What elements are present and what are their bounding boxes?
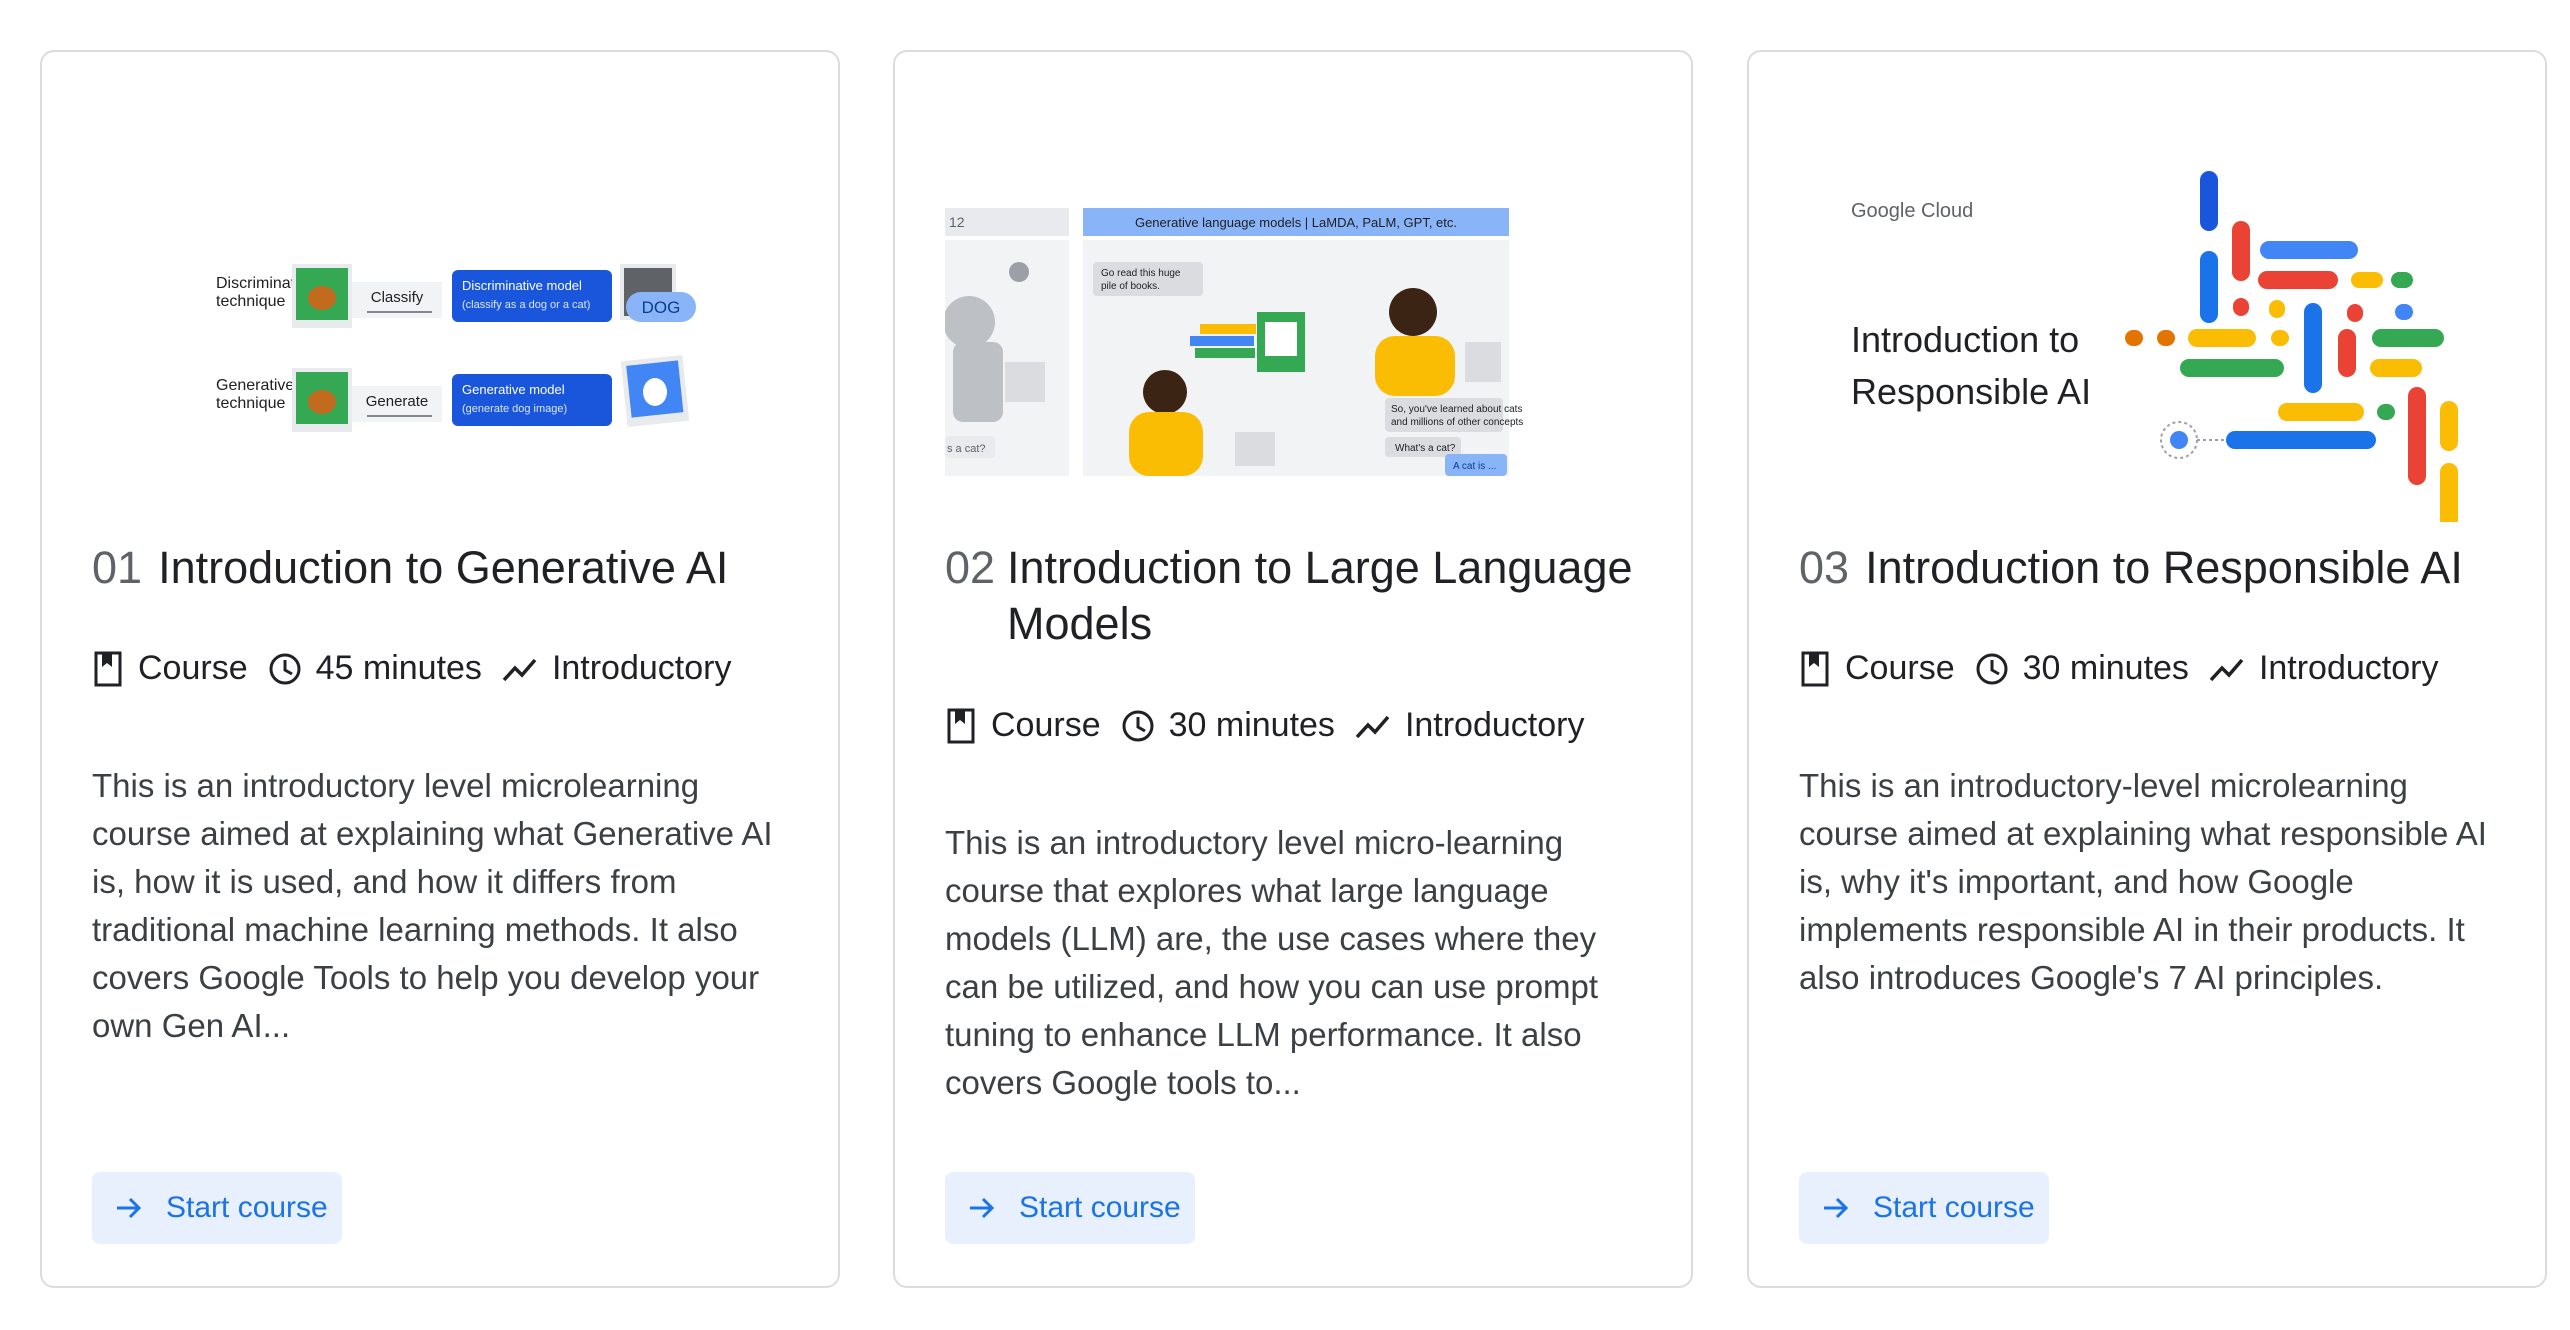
side-bubble: s a cat? xyxy=(947,443,986,455)
arrow-right-icon xyxy=(1824,1197,1849,1219)
arrow-right-icon xyxy=(970,1197,995,1219)
row2-label-b: technique xyxy=(216,395,285,412)
meta-duration: 30 minutes xyxy=(1975,649,2189,688)
clock-icon xyxy=(269,653,301,684)
start-course-label: Start course xyxy=(166,1191,328,1224)
course-title-text: Introduction to Generative AI xyxy=(158,542,729,593)
meta-duration: 45 minutes xyxy=(268,649,482,688)
course-card-large-language-models[interactable]: 12 s a cat? Generative language models |… xyxy=(893,50,1693,1288)
meta-level: Introductory xyxy=(1355,706,1585,745)
course-title[interactable]: 01 Introduction to Generative AI xyxy=(92,540,812,596)
start-course-button[interactable]: Start course xyxy=(945,1172,1195,1244)
course-thumbnail: Google Cloud Introduction to Responsible… xyxy=(1799,92,2499,522)
meta-level-label: Introductory xyxy=(2258,649,2439,687)
start-course-label: Start course xyxy=(1019,1191,1181,1224)
meta-duration: 30 minutes xyxy=(1121,706,1335,745)
meta-type: Course xyxy=(945,706,1101,745)
generative-vs-discriminative-diagram: Discriminative technique Classify Discri… xyxy=(216,264,696,432)
bubble2-line2: and millions of other concepts xyxy=(1391,417,1523,428)
clock-icon xyxy=(1122,710,1154,741)
meta-type-label: Course xyxy=(138,649,248,687)
row1-label-b: technique xyxy=(216,293,285,310)
start-course-button[interactable]: Start course xyxy=(92,1172,342,1244)
meta-level: Introductory xyxy=(502,649,732,688)
row1-model: Discriminative model xyxy=(462,278,582,293)
course-meta: Course 30 minutes Introductory xyxy=(945,706,1604,745)
row1-model-sub: (classify as a dog or a cat) xyxy=(462,299,590,311)
bookmark-icon xyxy=(94,651,122,686)
course-title[interactable]: 02 Introduction to Large Language Models xyxy=(945,540,1665,652)
course-card-generative-ai[interactable]: Discriminative technique Classify Discri… xyxy=(40,50,840,1288)
meta-type-label: Course xyxy=(991,706,1101,744)
trending-up-icon xyxy=(1355,715,1390,738)
course-title-text: Introduction to Large Language Models xyxy=(1007,542,1633,649)
course-number: 03 xyxy=(1799,542,1850,593)
row2-action: Generate xyxy=(366,393,429,410)
course-title-text: Introduction to Responsible AI xyxy=(1865,542,2463,593)
thumb-heading-line1: Introduction to xyxy=(1851,319,2079,360)
bookmark-icon xyxy=(1801,651,1829,686)
bubble4: A cat is ... xyxy=(1453,461,1496,472)
meta-duration-label: 30 minutes xyxy=(2022,649,2189,687)
bubble3: What's a cat? xyxy=(1395,443,1456,454)
course-thumbnail: 12 s a cat? Generative language models |… xyxy=(945,92,1645,522)
bubble2-line1: So, you've learned about cats xyxy=(1391,404,1522,415)
meta-type: Course xyxy=(92,649,248,688)
course-meta: Course 30 minutes Introductory xyxy=(1799,649,2458,688)
meta-level-label: Introductory xyxy=(551,649,732,687)
course-title[interactable]: 03 Introduction to Responsible AI xyxy=(1799,540,2519,596)
course-card-responsible-ai[interactable]: Google Cloud Introduction to Responsible… xyxy=(1747,50,2547,1288)
course-number: 01 xyxy=(92,542,143,593)
trending-up-icon xyxy=(502,658,537,681)
row2-model-sub: (generate dog image) xyxy=(462,403,567,415)
thumb-heading-line2: Responsible AI xyxy=(1851,371,2091,412)
meta-duration-label: 45 minutes xyxy=(315,649,482,687)
meta-duration-label: 30 minutes xyxy=(1168,706,1335,744)
row2-model: Generative model xyxy=(462,382,565,397)
bubble1-line1: Go read this huge xyxy=(1101,268,1181,279)
course-meta: Course 45 minutes Introductory xyxy=(92,649,751,688)
course-description: This is an introductory level microlearn… xyxy=(92,767,773,1044)
course-thumbnail: Discriminative technique Classify Discri… xyxy=(92,92,792,522)
course-number: 02 xyxy=(945,542,996,593)
responsible-ai-illustration: Google Cloud Introduction to Responsible… xyxy=(1851,171,2458,522)
start-course-label: Start course xyxy=(1873,1191,2035,1224)
start-course-button[interactable]: Start course xyxy=(1799,1172,2049,1244)
meta-level-label: Introductory xyxy=(1404,706,1585,744)
bubble1-line2: pile of books. xyxy=(1101,281,1160,292)
meta-type-label: Course xyxy=(1845,649,1955,687)
row1-action: Classify xyxy=(371,289,424,306)
bookmark-icon xyxy=(947,708,975,743)
trending-up-icon xyxy=(2209,658,2244,681)
course-description: This is an introductory level micro-lear… xyxy=(945,824,1599,1101)
row2-label-a: Generative xyxy=(216,377,294,394)
google-cloud-logo: Google Cloud xyxy=(1851,200,1973,222)
row1-output: DOG xyxy=(642,298,681,317)
arrow-right-icon xyxy=(117,1197,142,1219)
llm-header: Generative language models | LaMDA, PaLM… xyxy=(1135,215,1457,230)
llm-illustration: 12 s a cat? Generative language models |… xyxy=(945,208,1523,476)
meta-type: Course xyxy=(1799,649,1955,688)
side-number: 12 xyxy=(949,214,965,230)
meta-level: Introductory xyxy=(2209,649,2439,688)
course-description: This is an introductory-level microlearn… xyxy=(1799,767,2487,996)
clock-icon xyxy=(1976,653,2008,684)
